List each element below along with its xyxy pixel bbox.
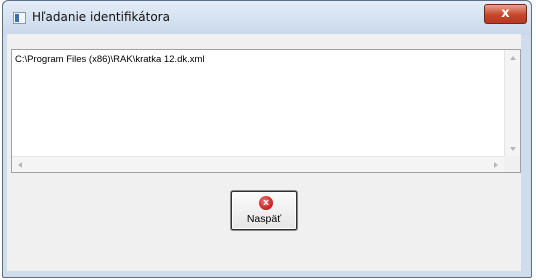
scroll-down-icon[interactable] — [510, 147, 516, 151]
scroll-right-icon[interactable] — [494, 162, 498, 168]
window-title: Hľadanie identifikátora — [32, 10, 170, 24]
file-path-text: C:\Program Files (x86)\RAK\kratka 12.dk.… — [15, 54, 205, 65]
result-text-area[interactable]: C:\Program Files (x86)\RAK\kratka 12.dk.… — [11, 49, 521, 173]
close-icon: x — [501, 6, 510, 21]
scroll-left-icon[interactable] — [18, 162, 22, 168]
horizontal-scrollbar[interactable] — [12, 156, 504, 172]
close-button[interactable]: x — [484, 4, 527, 24]
vertical-scrollbar[interactable] — [504, 50, 520, 157]
scroll-up-icon[interactable] — [510, 56, 516, 60]
title-bar[interactable]: Hľadanie identifikátora x — [3, 1, 531, 35]
scrollbar-corner — [504, 156, 520, 172]
back-button[interactable]: x Naspäť — [231, 191, 297, 230]
app-icon — [13, 12, 26, 24]
cancel-icon: x — [259, 196, 273, 210]
back-button-label: Naspäť — [246, 213, 282, 225]
